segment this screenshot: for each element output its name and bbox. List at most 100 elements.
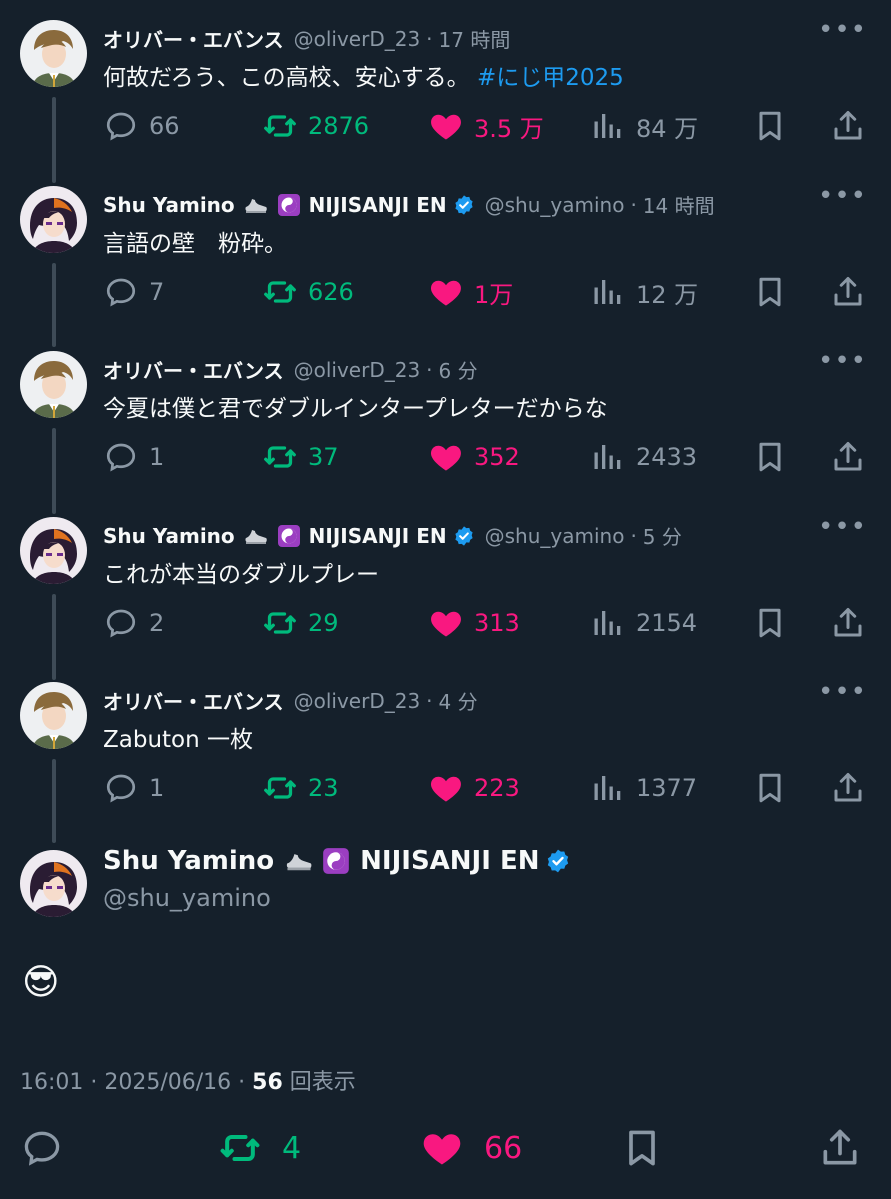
- more-icon[interactable]: •••: [818, 348, 867, 374]
- timestamp[interactable]: 14 時間: [643, 190, 715, 219]
- share-icon: [830, 439, 866, 475]
- avatar[interactable]: [20, 186, 87, 253]
- reply-button[interactable]: [20, 1126, 84, 1170]
- like-count: 1万: [474, 280, 514, 309]
- like-count: 352: [474, 443, 520, 471]
- share-button[interactable]: [830, 439, 866, 479]
- bookmark-button[interactable]: [752, 605, 788, 645]
- retweet-count: 23: [308, 774, 339, 802]
- reply-icon: [103, 770, 139, 806]
- handle[interactable]: @shu_yamino: [485, 193, 625, 217]
- like-button[interactable]: 313: [428, 605, 520, 641]
- like-button[interactable]: 66: [420, 1126, 522, 1170]
- timestamp[interactable]: 5 分: [643, 521, 682, 550]
- display-name[interactable]: オリバー・エバンス: [103, 686, 284, 715]
- share-button[interactable]: [830, 605, 866, 645]
- yin-yang-emoji: [322, 847, 350, 875]
- tweet-header: オリバー・エバンス @oliverD_23 · 17 時間: [103, 24, 510, 53]
- views-button[interactable]: 84 万: [590, 108, 698, 144]
- more-icon[interactable]: •••: [818, 183, 867, 209]
- tweet-header: Shu Yamino NIJISANJI EN @shu_yamino · 5 …: [103, 521, 682, 550]
- more-icon[interactable]: •••: [818, 514, 867, 540]
- handle[interactable]: @shu_yamino: [485, 524, 625, 548]
- retweet-button[interactable]: 29: [262, 605, 339, 641]
- views-button[interactable]: 2154: [590, 605, 697, 641]
- display-name[interactable]: Shu Yamino: [103, 524, 235, 548]
- main-timestamp[interactable]: 16:01 · 2025/06/16 ·: [20, 1070, 245, 1095]
- bookmark-button[interactable]: [752, 770, 788, 810]
- reply-icon: [103, 108, 139, 144]
- heart-icon: [428, 770, 464, 806]
- main-views-label: 回表示: [289, 1070, 356, 1095]
- main-avatar[interactable]: [20, 850, 87, 917]
- retweet-count: 4: [282, 1130, 302, 1166]
- handle[interactable]: @oliverD_23: [294, 358, 421, 382]
- reply-button[interactable]: 66: [103, 108, 180, 144]
- bookmark-button[interactable]: [752, 108, 788, 148]
- reply-button[interactable]: 2: [103, 605, 164, 641]
- share-button[interactable]: [830, 108, 866, 148]
- reply-button[interactable]: 1: [103, 439, 164, 475]
- views-icon: [590, 605, 626, 641]
- reply-button[interactable]: 7: [103, 274, 164, 310]
- handle[interactable]: @oliverD_23: [294, 27, 421, 51]
- tweet-text: これが本当のダブルプレー: [103, 562, 379, 588]
- retweet-button[interactable]: 37: [262, 439, 339, 475]
- timestamp[interactable]: 6 分: [439, 355, 478, 384]
- bookmark-icon: [752, 108, 788, 144]
- retweet-icon: [262, 108, 298, 144]
- views-icon: [590, 439, 626, 475]
- bookmark-button[interactable]: [752, 274, 788, 314]
- handle[interactable]: @oliverD_23: [294, 689, 421, 713]
- display-name[interactable]: Shu Yamino: [103, 193, 235, 217]
- separator: ·: [630, 192, 637, 217]
- avatar[interactable]: [20, 517, 87, 584]
- more-icon[interactable]: •••: [818, 679, 867, 705]
- share-icon: [818, 1126, 862, 1170]
- views-count: 2154: [636, 609, 698, 637]
- like-button[interactable]: 3.5 万: [428, 108, 544, 144]
- share-button[interactable]: [830, 274, 866, 314]
- timestamp[interactable]: 17 時間: [439, 24, 511, 53]
- display-name-org[interactable]: NIJISANJI EN: [309, 193, 447, 217]
- main-display-name-org[interactable]: NIJISANJI EN: [360, 846, 539, 876]
- reply-count: 66: [149, 112, 180, 140]
- share-button[interactable]: [830, 770, 866, 810]
- sneaker-emoji: [243, 524, 269, 548]
- main-tweet-meta: 16:01 · 2025/06/16 · 56 回表示: [20, 1064, 356, 1096]
- display-name-org[interactable]: NIJISANJI EN: [309, 524, 447, 548]
- views-button[interactable]: 2433: [590, 439, 697, 475]
- share-button[interactable]: [818, 1126, 882, 1170]
- verified-icon: [545, 848, 571, 874]
- separator: ·: [426, 26, 433, 51]
- retweet-button[interactable]: 626: [262, 274, 354, 310]
- separator: ·: [630, 523, 637, 548]
- views-count: 84 万: [636, 114, 699, 143]
- bookmark-icon: [752, 439, 788, 475]
- like-button[interactable]: 1万: [428, 274, 513, 310]
- reply-icon: [103, 439, 139, 475]
- timestamp[interactable]: 4 分: [439, 686, 478, 715]
- retweet-button[interactable]: 2876: [262, 108, 369, 144]
- avatar[interactable]: [20, 351, 87, 418]
- display-name[interactable]: オリバー・エバンス: [103, 355, 284, 384]
- main-handle[interactable]: @shu_yamino: [103, 884, 271, 912]
- bookmark-button[interactable]: [752, 439, 788, 479]
- like-button[interactable]: 223: [428, 770, 520, 806]
- main-display-name[interactable]: Shu Yamino: [103, 846, 274, 876]
- views-button[interactable]: 1377: [590, 770, 697, 806]
- reply-button[interactable]: 1: [103, 770, 164, 806]
- retweet-button[interactable]: 4: [218, 1126, 301, 1170]
- more-icon[interactable]: •••: [818, 17, 867, 43]
- retweet-button[interactable]: 23: [262, 770, 339, 806]
- main-author[interactable]: Shu Yamino NIJISANJI EN: [103, 846, 571, 876]
- avatar[interactable]: [20, 682, 87, 749]
- views-button[interactable]: 12 万: [590, 274, 698, 310]
- display-name[interactable]: オリバー・エバンス: [103, 24, 284, 53]
- tweet-text: 今夏は僕と君でダブルインタープレターだからな: [103, 396, 608, 422]
- avatar[interactable]: [20, 20, 87, 87]
- hashtag-link[interactable]: #にじ甲2025: [477, 65, 624, 91]
- like-button[interactable]: 352: [428, 439, 520, 475]
- tweet-text: 言語の壁 粉砕。: [103, 231, 287, 257]
- bookmark-button[interactable]: [620, 1126, 684, 1170]
